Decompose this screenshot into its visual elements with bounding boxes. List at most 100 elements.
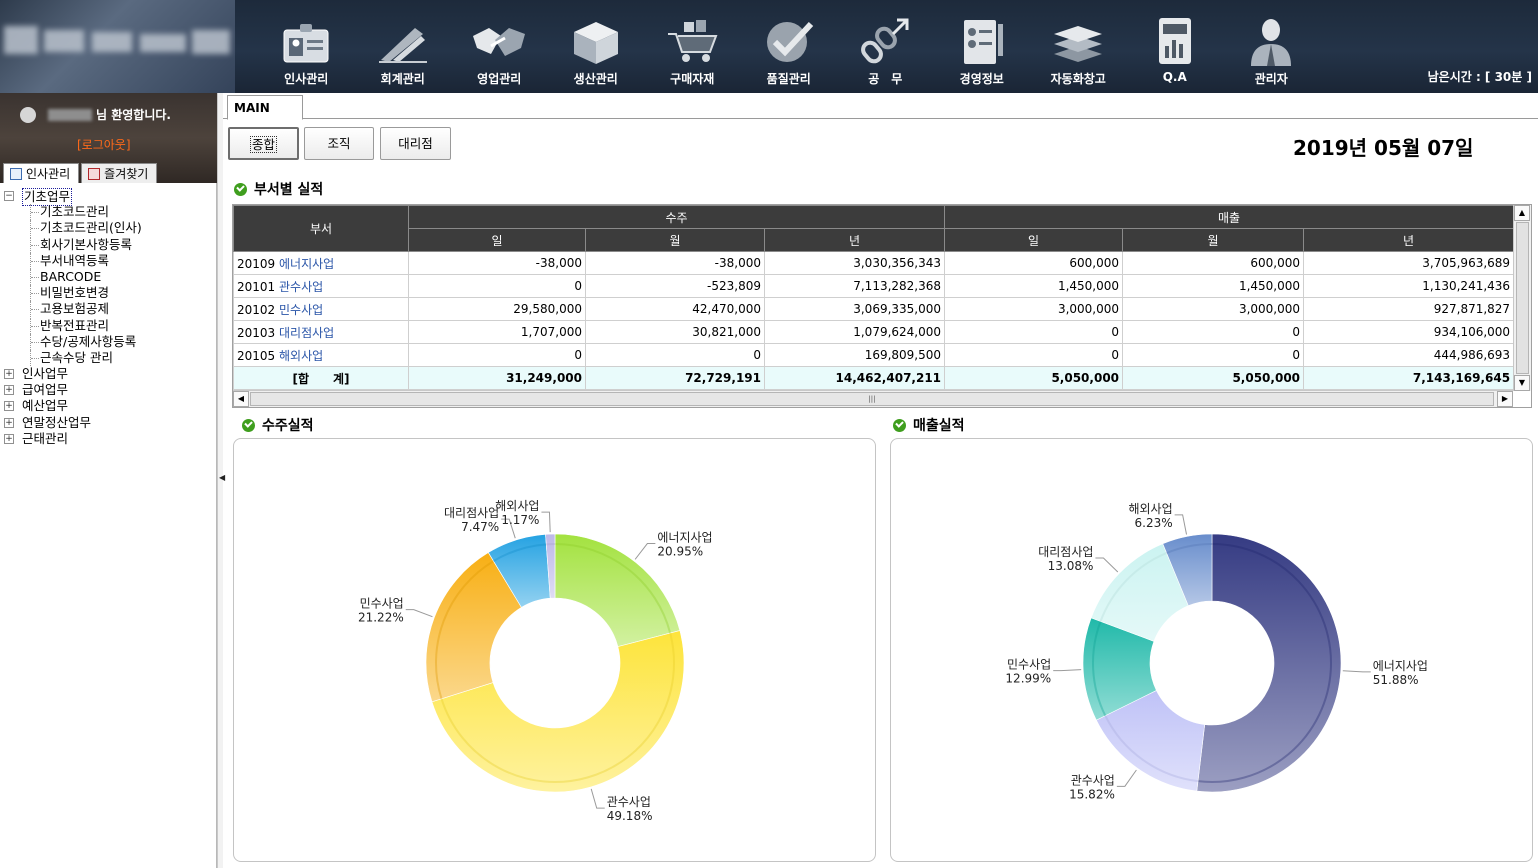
tree-leaf[interactable]: 기초코드관리 (0, 204, 217, 221)
tree-node-label: 연말정산업무 (22, 414, 92, 430)
handshake-icon (473, 28, 526, 56)
main-menu: 인사관리 회계관리 영업관리 생산관리 구매자재 품질관리 공 무 경영정보 자… (258, 0, 1320, 93)
expand-icon[interactable]: + (4, 433, 14, 444)
department-name-link[interactable]: 대리점사업 (279, 326, 334, 340)
department-name-link[interactable]: 민수사업 (279, 303, 323, 317)
checkmark-icon (766, 21, 813, 62)
slice-percent-label: 1.17% (501, 513, 539, 527)
tree-leaf[interactable]: BARCODE (0, 268, 217, 285)
value-cell: 0 (1122, 320, 1305, 344)
tab-label: 인사관리 (26, 167, 71, 181)
department-cell: 20103 대리점사업 (233, 320, 409, 344)
expand-icon[interactable]: + (4, 385, 14, 396)
collapse-icon[interactable]: − (4, 191, 14, 201)
department-name-link[interactable]: 해외사업 (279, 349, 323, 363)
menu-sales-mgmt[interactable]: 영업관리 (451, 0, 548, 93)
welcome-text: 님 환영합니다. (96, 108, 171, 122)
tree-guide-line (30, 317, 40, 334)
menu-accounting[interactable]: 회계관리 (355, 0, 452, 93)
organization-button[interactable]: 조직 (304, 127, 374, 160)
tree-leaf-label: 기초코드관리(인사) (40, 220, 142, 236)
menu-purchase[interactable]: 구매자재 (644, 0, 741, 93)
tree-leaf[interactable]: 비밀번호변경 (0, 285, 217, 302)
user-panel: 님 환영합니다. [로그아웃] 인사관리 즐겨찾기 (0, 93, 217, 183)
summary-button[interactable]: 종합 (228, 127, 299, 160)
scroll-up-icon[interactable]: ▲ (1514, 205, 1530, 221)
tree-node[interactable]: + 근태관리 (0, 431, 217, 447)
department-code: 20109 (237, 256, 276, 271)
tree-node[interactable]: + 연말정산업무 (0, 415, 217, 431)
table-row[interactable]: 20102 민수사업 29,580,000 42,470,000 3,069,335,… (233, 297, 1515, 321)
tree-node[interactable]: − 기초업무 (0, 188, 217, 206)
welcome-message: 님 환영합니다. (20, 106, 171, 123)
slice-percent-label: 6.23% (1135, 516, 1173, 530)
table-row[interactable]: 20105 해외사업 0 0 169,809,500 0 0 444,986,693 (233, 343, 1515, 367)
agency-button[interactable]: 대리점 (380, 127, 451, 160)
slice-leader-line (1342, 670, 1371, 673)
slice-percent-label: 21.22% (358, 611, 404, 625)
tree-leaf-label: 근속수당 관리 (40, 349, 113, 365)
expand-icon[interactable]: + (4, 369, 14, 380)
department-name-link[interactable]: 에너지사업 (279, 257, 334, 271)
scroll-left-icon[interactable]: ◀ (233, 391, 249, 407)
menu-production[interactable]: 생산관리 (548, 0, 645, 93)
slice-percent-label: 51.88% (1373, 673, 1419, 687)
value-cell: 0 (585, 343, 765, 367)
tree-leaf[interactable]: 근속수당 관리 (0, 349, 217, 366)
table-row[interactable]: 20109 에너지사업 -38,000 -38,000 3,030,356,343 60… (233, 251, 1515, 275)
table-row[interactable]: 20103 대리점사업 1,707,000 30,821,000 1,079,624,… (233, 320, 1515, 344)
scroll-down-icon[interactable]: ▼ (1514, 375, 1530, 391)
value-cell: -38,000 (408, 251, 586, 275)
tree-leaf[interactable]: 고용보험공제 (0, 301, 217, 318)
menu-works[interactable]: 공 무 (837, 0, 934, 93)
expand-icon[interactable]: + (4, 401, 14, 412)
tree-leaf[interactable]: 부서내역등록 (0, 252, 217, 269)
tab-hr-menu[interactable]: 인사관리 (3, 163, 80, 183)
menu-label: 회계관리 (380, 72, 425, 86)
menu-qa[interactable]: Q.A (1127, 0, 1224, 93)
value-cell: 600,000 (944, 251, 1124, 275)
tree-leaf[interactable]: 반복전표관리 (0, 317, 217, 334)
document-tabs: MAIN (223, 93, 1538, 120)
scroll-thumb[interactable]: ||| (250, 392, 1494, 406)
section-title-department: 부서별 실적 (234, 179, 323, 199)
scroll-thumb[interactable] (1516, 222, 1529, 374)
value-cell: 927,871,827 (1303, 297, 1515, 321)
menu-quality[interactable]: 품질관리 (741, 0, 838, 93)
donut-slice[interactable] (1196, 533, 1342, 793)
menu-auto-warehouse[interactable]: 자동화창고 (1030, 0, 1127, 93)
slice-percent-label: 13.08% (1048, 559, 1094, 573)
report-icon (1158, 18, 1191, 64)
scroll-right-icon[interactable]: ▶ (1497, 391, 1513, 407)
tree-node[interactable]: + 인사업무 (0, 366, 217, 382)
performance-table: 부서 수주 매출 일월년일월년 20109 에너지사업 -38,000 -38,00… (233, 205, 1515, 390)
tree-leaf[interactable]: 수당/공제사항등록 (0, 333, 217, 350)
value-cell: 30,821,000 (585, 320, 765, 344)
menu-admin[interactable]: 관리자 (1223, 0, 1320, 93)
sales-donut-chart: 에너지사업 51.88% 관수사업 15.82% 민수사업 12.99% 대리점사업 13.0… (890, 438, 1533, 862)
tree-node[interactable]: + 급여업무 (0, 382, 217, 398)
logout-link[interactable]: [로그아웃] (77, 136, 131, 153)
value-cell: 169,809,500 (763, 343, 946, 367)
tab-main[interactable]: MAIN (227, 95, 303, 120)
summary-button-label: 종합 (249, 136, 277, 153)
menu-management-info[interactable]: 경영정보 (934, 0, 1031, 93)
horizontal-scrollbar[interactable]: ◀ ||| ▶ (233, 390, 1513, 407)
remaining-session-time: 남은시간 : [ 30분 ] (1427, 70, 1532, 84)
column-header: 년 (1303, 228, 1515, 252)
tree-leaf[interactable]: 회사기본사항등록 (0, 236, 217, 253)
tab-favorites[interactable]: 즐겨찾기 (81, 163, 158, 183)
tree-node[interactable]: + 예산업무 (0, 398, 217, 414)
tree-guide-line (30, 252, 40, 269)
tree-leaf[interactable]: 기초코드관리(인사) (0, 220, 217, 237)
vertical-scrollbar[interactable]: ▲ ▼ (1513, 205, 1531, 391)
menu-hr[interactable]: 인사관리 (258, 0, 355, 93)
value-cell: 1,130,241,436 (1303, 274, 1515, 298)
slice-category-label: 민수사업 (1007, 658, 1051, 672)
value-cell: 0 (1122, 343, 1305, 367)
expand-icon[interactable]: + (4, 417, 14, 428)
check-circle-icon (234, 182, 247, 196)
table-row[interactable]: 20101 관수사업 0 -523,809 7,113,282,368 1,450,00… (233, 274, 1515, 298)
department-name-link[interactable]: 관수사업 (279, 280, 323, 294)
subheader-row: 일월년일월년 (234, 228, 1515, 252)
